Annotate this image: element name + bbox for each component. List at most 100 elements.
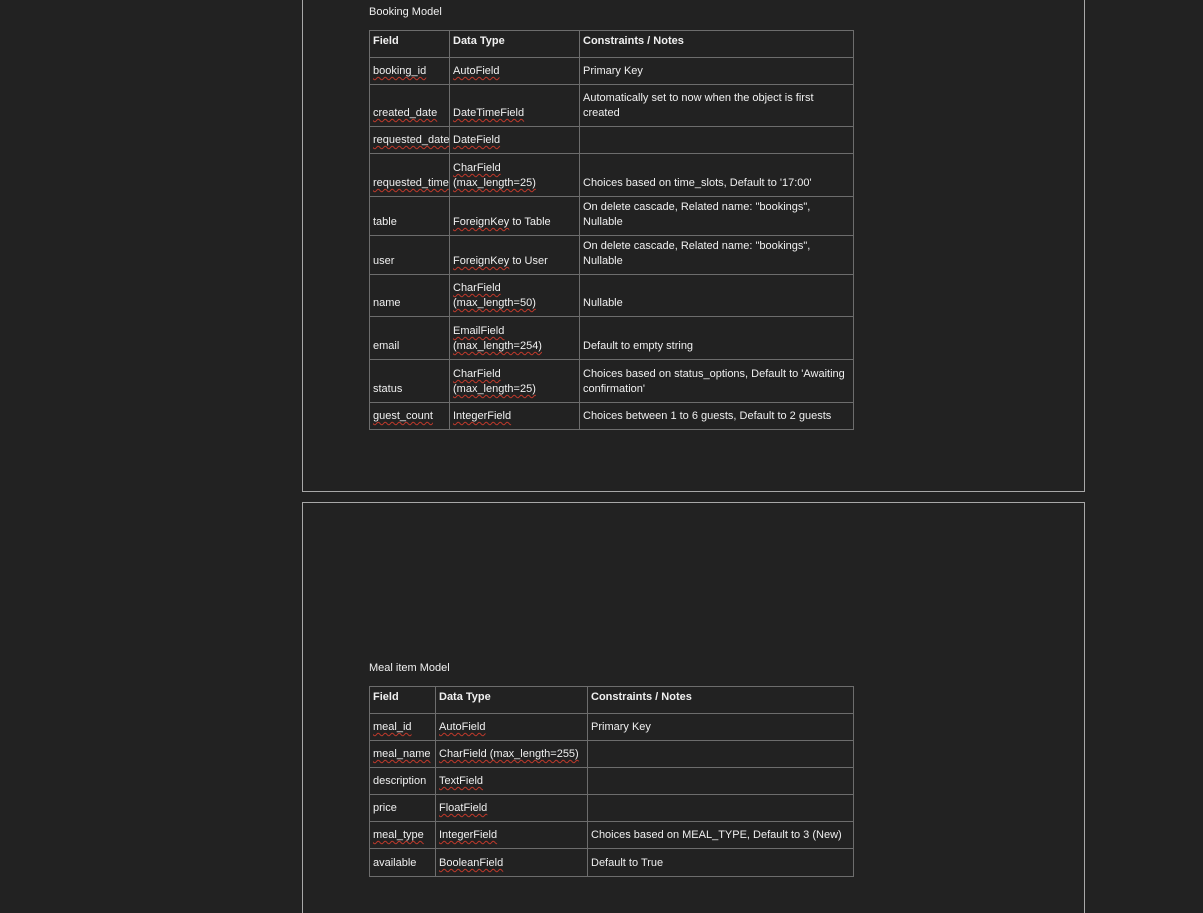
notes-text: Primary Key: [591, 721, 651, 733]
field-cell: price: [369, 794, 436, 822]
type-name: AutoField: [439, 721, 486, 733]
field-cell: created_date: [369, 84, 450, 127]
table-row: guest_count IntegerField Choices between 1…: [369, 402, 854, 430]
type-name: TextField: [439, 775, 484, 787]
type-line-1: ForeignKey to User: [453, 255, 548, 267]
type-line-2: (max_length=25): [453, 383, 536, 395]
field-cell: description: [369, 767, 436, 795]
notes-line-1: Default to empty string: [583, 340, 694, 352]
table-row: price FloatField: [369, 794, 854, 822]
notes-cell: Primary Key: [579, 57, 854, 85]
type-cell: IntegerField: [449, 402, 580, 430]
table-row: created_date DateTimeField Automatically s…: [369, 84, 854, 127]
notes-cell: Default to empty string: [579, 316, 854, 360]
field-name: created_date: [373, 107, 438, 119]
table-row: requested_date DateField: [369, 126, 854, 154]
type-line-2: (max_length=50): [453, 297, 536, 309]
type-cell: FloatField: [435, 794, 588, 822]
field-name: table: [373, 216, 397, 228]
field-cell: guest_count: [369, 402, 450, 430]
notes-cell: Nullable: [579, 274, 854, 317]
notes-line-1: Nullable: [583, 297, 623, 309]
notes-line-1: Primary Key: [583, 65, 643, 77]
type-cell: CharField (max_length=25): [449, 359, 580, 403]
field-name: requested_time: [373, 177, 449, 189]
type-cell: CharField (max_length=25): [449, 153, 580, 197]
type-cell: ForeignKey to User: [449, 235, 580, 275]
field-cell: available: [369, 848, 436, 877]
table-row: meal_type IntegerField Choices based on ME…: [369, 821, 854, 849]
field-cell: table: [369, 196, 450, 236]
notes-line-1: Choices based on status_options, Default…: [583, 368, 845, 380]
type-name: IntegerField: [439, 829, 498, 841]
field-name: description: [373, 775, 427, 787]
type-name: CharField (max_length=255): [439, 748, 579, 760]
field-name: price: [373, 802, 397, 814]
meal-model-title: Meal item Model: [369, 662, 450, 674]
type-line-1: CharField: [453, 162, 501, 174]
notes-cell: On delete cascade, Related name: "bookin…: [579, 235, 854, 275]
type-line-1: EmailField: [453, 325, 505, 337]
notes-cell: Primary Key: [587, 713, 854, 741]
field-name: meal_name: [373, 748, 431, 760]
header-constraints: Constraints / Notes: [579, 30, 854, 58]
table-row: booking_id AutoField Primary Key: [369, 57, 854, 85]
field-name: available: [373, 857, 417, 869]
field-cell: status: [369, 359, 450, 403]
table-row: name CharField (max_length=50) Nullable: [369, 274, 854, 317]
type-line-2: (max_length=254): [453, 340, 542, 352]
field-name: booking_id: [373, 65, 427, 77]
booking-model-title: Booking Model: [369, 6, 442, 18]
notes-cell: Choices between 1 to 6 guests, Default t…: [579, 402, 854, 430]
notes-cell: Choices based on time_slots, Default to …: [579, 153, 854, 197]
field-cell: meal_id: [369, 713, 436, 741]
type-name: BooleanField: [439, 857, 504, 869]
document-page-2: Meal item Model Field Data Type Constrai…: [302, 502, 1085, 913]
table-row: status CharField (max_length=25) Choices ba…: [369, 359, 854, 403]
field-name: name: [373, 297, 401, 309]
notes-line-1: On delete cascade, Related name: "bookin…: [583, 201, 811, 228]
notes-line-1: Automatically set to now when the object…: [583, 92, 814, 104]
notes-cell: Default to True: [587, 848, 854, 877]
type-cell: AutoField: [435, 713, 588, 741]
header-constraints: Constraints / Notes: [587, 686, 854, 714]
notes-cell: Automatically set to now when the object…: [579, 84, 854, 127]
type-cell: ForeignKey to Table: [449, 196, 580, 236]
field-name: requested_date: [373, 134, 450, 146]
table-row: user ForeignKey to User On delete cascade,…: [369, 235, 854, 275]
document-page-1: Booking Model Field Data Type Constraint…: [302, 0, 1085, 492]
table-row: requested_time CharField (max_length=25) Ch…: [369, 153, 854, 197]
table-row: description TextField: [369, 767, 854, 795]
header-data-type: Data Type: [435, 686, 588, 714]
notes-cell: Choices based on MEAL_TYPE, Default to 3…: [587, 821, 854, 849]
type-cell: BooleanField: [435, 848, 588, 877]
table-row: table ForeignKey to Table On delete cascad…: [369, 196, 854, 236]
table-header-row: Field Data Type Constraints / Notes: [369, 30, 854, 58]
field-cell: meal_name: [369, 740, 436, 768]
table-row: meal_name CharField (max_length=255): [369, 740, 854, 768]
notes-line-2: confirmation': [583, 383, 646, 395]
table-row: available BooleanField Default to True: [369, 848, 854, 877]
table-row: meal_id AutoField Primary Key: [369, 713, 854, 741]
field-cell: requested_date: [369, 126, 450, 154]
notes-text: Default to True: [591, 857, 664, 869]
type-line-2: (max_length=25): [453, 177, 536, 189]
type-line-1: AutoField: [453, 65, 500, 77]
notes-cell: On delete cascade, Related name: "bookin…: [579, 196, 854, 236]
header-field: Field: [369, 686, 436, 714]
meal-model-table: Field Data Type Constraints / Notes meal…: [369, 686, 854, 877]
type-cell: DateField: [449, 126, 580, 154]
notes-line-1: Choices between 1 to 6 guests, Default t…: [583, 410, 832, 422]
notes-cell: [579, 126, 854, 154]
field-name: email: [373, 340, 400, 352]
header-data-type: Data Type: [449, 30, 580, 58]
type-line-1: ForeignKey to Table: [453, 216, 551, 228]
booking-model-table: Field Data Type Constraints / Notes book…: [369, 30, 854, 430]
notes-cell: [587, 767, 854, 795]
field-name: user: [373, 255, 395, 267]
notes-cell: [587, 740, 854, 768]
notes-line-1: On delete cascade, Related name: "bookin…: [583, 240, 811, 267]
field-cell: name: [369, 274, 450, 317]
type-line-1: IntegerField: [453, 410, 512, 422]
type-name: FloatField: [439, 802, 488, 814]
